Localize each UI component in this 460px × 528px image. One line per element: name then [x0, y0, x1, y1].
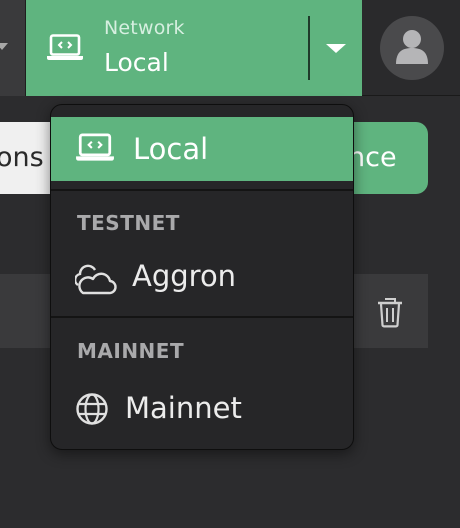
network-option-aggron[interactable]: Aggron	[51, 243, 353, 313]
laptop-code-icon	[47, 34, 83, 60]
network-selector-button[interactable]: Network Local	[26, 0, 362, 96]
background-tab-label: ons	[0, 142, 44, 173]
network-label: Network	[104, 17, 185, 39]
globe-icon	[76, 393, 108, 425]
menu-divider	[51, 189, 353, 191]
network-value: Local	[104, 48, 169, 77]
network-option-label: Mainnet	[125, 391, 242, 425]
caret-down-icon[interactable]	[326, 44, 346, 53]
section-header-mainnet: MAINNET	[77, 339, 185, 363]
background-action-label: nce	[348, 142, 397, 173]
laptop-code-icon	[76, 133, 114, 161]
previous-dropdown[interactable]	[0, 0, 26, 96]
avatar[interactable]	[380, 16, 444, 80]
network-divider	[308, 16, 310, 80]
network-option-mainnet[interactable]: Mainnet	[51, 373, 353, 443]
chevron-down-icon	[0, 43, 8, 50]
trash-icon[interactable]	[376, 296, 404, 328]
section-header-testnet: TESTNET	[77, 211, 180, 235]
network-dropdown-menu: Local TESTNET Aggron MAINNET Mainnet	[50, 104, 354, 450]
network-option-label: Aggron	[132, 259, 237, 293]
network-option-local[interactable]: Local	[51, 117, 353, 181]
menu-divider	[51, 316, 353, 318]
user-icon	[396, 30, 428, 64]
network-option-label: Local	[133, 132, 209, 166]
top-bar: Network Local	[0, 0, 460, 96]
cloud-icon	[75, 264, 117, 295]
